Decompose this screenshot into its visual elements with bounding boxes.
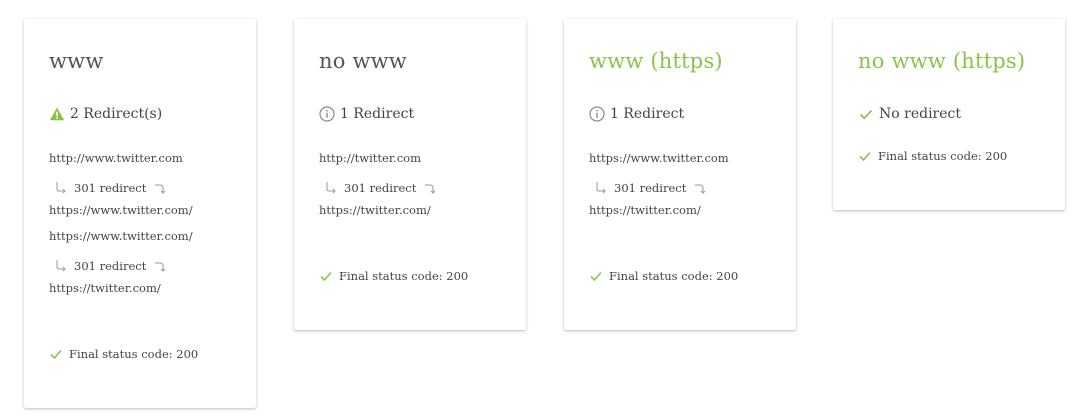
arrow-down-right-icon	[56, 182, 66, 194]
redirect-status-text: No redirect	[879, 106, 961, 122]
hop-label: 301 redirect	[74, 259, 147, 273]
arrow-down-right-icon	[596, 182, 606, 194]
redirect-status: No redirect	[858, 106, 961, 122]
redirect-card-www: www 2 Redirect(s) http://www.twitter.com…	[24, 19, 256, 408]
card-title: www (https)	[589, 49, 723, 73]
chain-hop: 301 redirect	[319, 175, 438, 201]
chain-url: https://twitter.com/	[49, 281, 161, 295]
chain-url: https://www.twitter.com/	[49, 203, 193, 217]
final-status: Final status code: 200	[858, 149, 1007, 163]
final-status-text: Final status code: 200	[609, 269, 739, 283]
hop-label: 301 redirect	[74, 181, 147, 195]
chain-hop: 301 redirect	[49, 253, 193, 279]
check-icon	[859, 151, 871, 162]
arrow-right-down-icon	[425, 184, 436, 194]
check-icon	[859, 109, 873, 120]
arrow-right-down-icon	[695, 184, 706, 194]
redirect-status: 1 Redirect	[589, 106, 684, 122]
chain-hop: 301 redirect	[49, 175, 193, 201]
card-title: www	[49, 49, 104, 73]
redirect-status-text: 1 Redirect	[340, 106, 415, 122]
chain-url: https://twitter.com/	[589, 203, 701, 217]
info-icon	[319, 106, 335, 122]
final-status-text: Final status code: 200	[339, 269, 469, 283]
card-title: no www	[319, 49, 407, 73]
redirect-card-no-www: no www 1 Redirect http://twitter.com 301…	[294, 19, 526, 330]
redirect-chain: https://www.twitter.com 301 redirect htt…	[589, 149, 729, 227]
check-icon	[50, 349, 62, 360]
arrow-down-right-icon	[56, 260, 66, 272]
hop-label: 301 redirect	[344, 181, 417, 195]
redirect-status-text: 1 Redirect	[610, 106, 685, 122]
redirect-status: 1 Redirect	[319, 106, 414, 122]
arrow-down-right-icon	[326, 182, 336, 194]
redirect-status: 2 Redirect(s)	[49, 106, 162, 122]
final-status-text: Final status code: 200	[878, 149, 1008, 163]
arrow-right-down-icon	[155, 262, 166, 272]
final-status: Final status code: 200	[589, 269, 738, 283]
chain-url: http://www.twitter.com	[49, 151, 183, 165]
card-title: no www (https)	[858, 49, 1026, 73]
chain-url: https://www.twitter.com/	[49, 229, 193, 243]
final-status: Final status code: 200	[319, 269, 468, 283]
chain-url: https://www.twitter.com	[589, 151, 729, 165]
final-status-text: Final status code: 200	[69, 347, 199, 361]
redirect-chain: http://twitter.com 301 redirect https://…	[319, 149, 438, 227]
chain-url: https://twitter.com/	[319, 203, 431, 217]
check-icon	[590, 271, 602, 282]
warning-icon	[49, 107, 65, 121]
final-status: Final status code: 200	[49, 347, 198, 361]
hop-label: 301 redirect	[614, 181, 687, 195]
redirect-chain: http://www.twitter.com 301 redirect http…	[49, 149, 193, 305]
redirect-status-text: 2 Redirect(s)	[70, 106, 163, 122]
redirect-card-no-www-https: no www (https) No redirect Final status …	[833, 19, 1065, 210]
check-icon	[320, 271, 332, 282]
redirect-card-www-https: www (https) 1 Redirect https://www.twitt…	[564, 19, 796, 330]
chain-hop: 301 redirect	[589, 175, 729, 201]
info-icon	[589, 106, 605, 122]
arrow-right-down-icon	[155, 184, 166, 194]
chain-url: http://twitter.com	[319, 151, 421, 165]
